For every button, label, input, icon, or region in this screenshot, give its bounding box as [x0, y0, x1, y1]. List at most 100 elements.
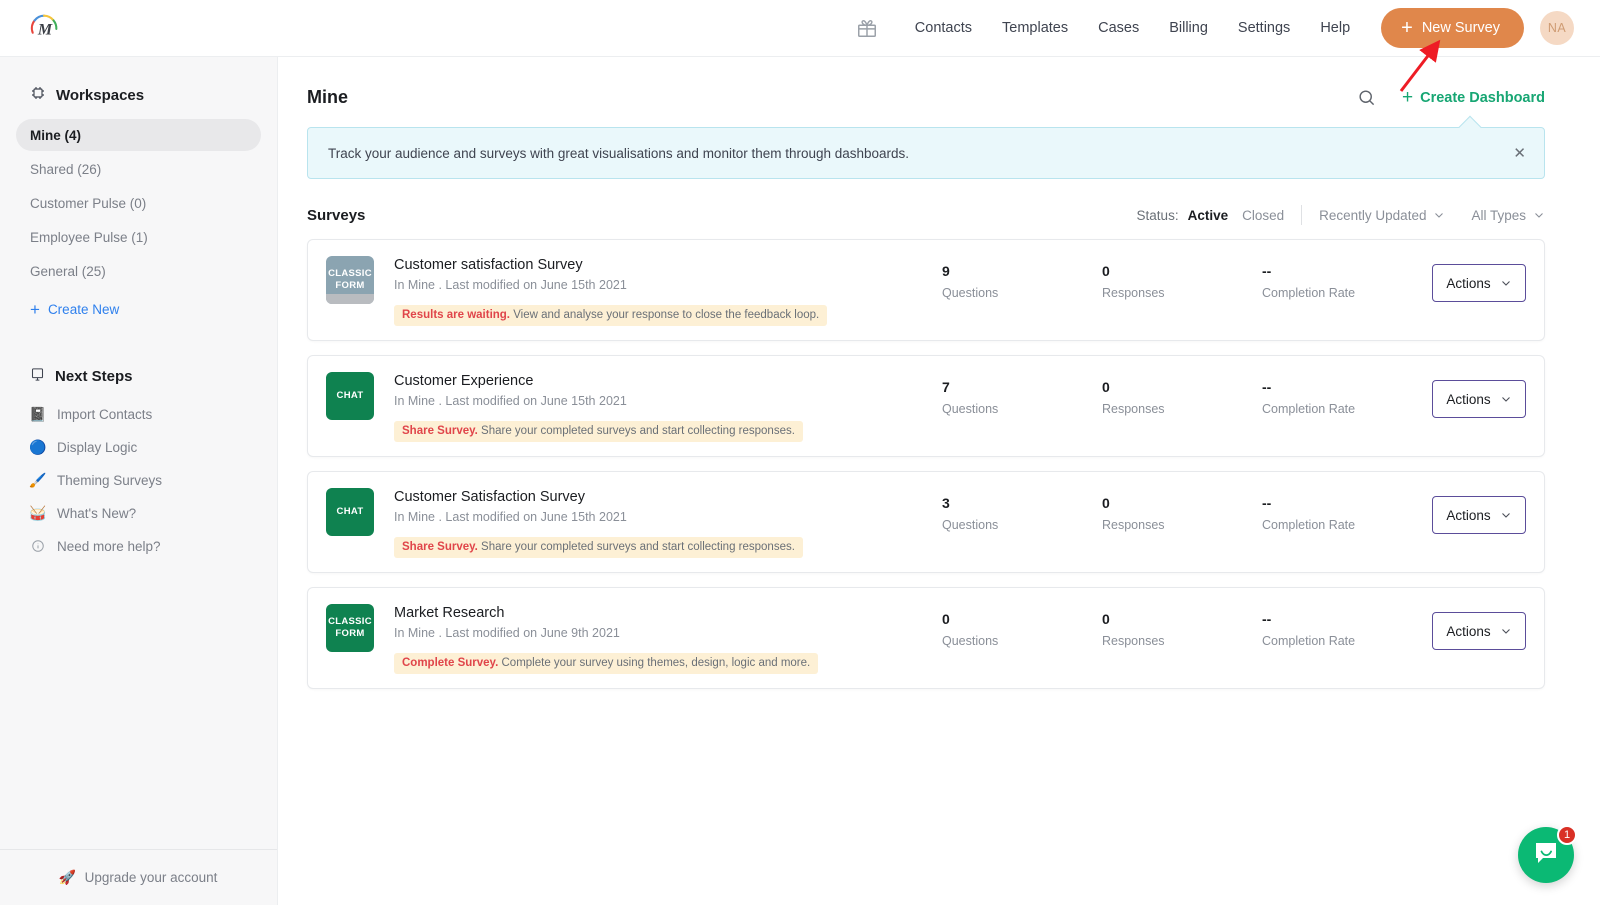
survey-card[interactable]: CLASSIC FORM Customer satisfaction Surve…: [307, 239, 1545, 341]
badge-strong-text: Complete Survey.: [402, 657, 498, 669]
survey-list: CLASSIC FORM Customer satisfaction Surve…: [307, 239, 1545, 689]
survey-thumbnail: CHAT: [326, 372, 374, 420]
sidebar-item-label: Mine (4): [30, 128, 81, 143]
sidebar-section-next-steps-header: Next Steps: [16, 367, 261, 386]
mopinion-logo-icon[interactable]: M: [28, 11, 62, 45]
drum-icon: 🥁: [30, 505, 46, 522]
sidebar-scroll: Workspaces Mine (4) Shared (26) Customer…: [0, 57, 277, 849]
thumbnail-line-1: CLASSIC: [328, 616, 372, 628]
sidebar-section-workspaces-header: Workspaces: [16, 85, 261, 105]
upgrade-account-button[interactable]: 🚀 Upgrade your account: [0, 849, 277, 905]
stat-value: 3: [942, 495, 1102, 511]
sidebar-item-employee-pulse[interactable]: Employee Pulse (1): [16, 221, 261, 253]
nav-link-contacts[interactable]: Contacts: [900, 12, 987, 44]
chevron-down-icon: [1500, 393, 1512, 405]
nav-link-settings[interactable]: Settings: [1223, 12, 1305, 44]
sidebar-item-label: Display Logic: [57, 440, 137, 455]
survey-stats: 7 Questions 0 Responses -- Completion Ra…: [942, 372, 1526, 418]
actions-button[interactable]: Actions: [1432, 264, 1526, 302]
status-filter-active[interactable]: Active: [1188, 208, 1229, 223]
paintbrush-icon: 🖌️: [30, 472, 46, 489]
survey-card[interactable]: CLASSIC FORM Market Research In Mine . L…: [307, 587, 1545, 689]
actions-button[interactable]: Actions: [1432, 380, 1526, 418]
actions-button[interactable]: Actions: [1432, 496, 1526, 534]
next-steps-title: Next Steps: [55, 368, 133, 385]
survey-thumbnail: CHAT: [326, 488, 374, 536]
status-label: Status:: [1137, 208, 1179, 223]
survey-title: Customer Experience: [394, 373, 942, 389]
info-banner: Track your audience and surveys with gre…: [307, 127, 1545, 179]
sidebar-item-shared[interactable]: Shared (26): [16, 153, 261, 185]
sort-dropdown[interactable]: Recently Updated: [1319, 208, 1445, 223]
survey-card[interactable]: CHAT Customer Experience In Mine . Last …: [307, 355, 1545, 457]
create-new-label: Create New: [48, 302, 119, 317]
sidebar-item-mine[interactable]: Mine (4): [16, 119, 261, 151]
gift-icon[interactable]: [850, 11, 884, 45]
stat-value: 7: [942, 379, 1102, 395]
sidebar-item-label: What's New?: [57, 506, 136, 521]
stat-completion-rate: -- Completion Rate: [1262, 495, 1422, 532]
stat-responses: 0 Responses: [1102, 263, 1262, 300]
actions-button[interactable]: Actions: [1432, 612, 1526, 650]
display-logic-icon: 🔵: [30, 439, 46, 456]
stat-questions: 3 Questions: [942, 495, 1102, 532]
nav-link-billing[interactable]: Billing: [1154, 12, 1223, 44]
badge-rest-text: Complete your survey using themes, desig…: [498, 657, 810, 669]
new-survey-button[interactable]: + New Survey: [1381, 8, 1524, 48]
sidebar-item-display-logic[interactable]: 🔵 Display Logic: [16, 431, 261, 463]
rocket-icon: 🚀: [60, 869, 76, 886]
chevron-down-icon: [1500, 277, 1512, 289]
survey-subtitle: In Mine . Last modified on June 15th 202…: [394, 278, 942, 292]
chevron-down-icon: [1433, 209, 1445, 221]
search-icon[interactable]: [1357, 88, 1376, 107]
nav-link-help[interactable]: Help: [1305, 12, 1365, 44]
info-circle-icon: [30, 539, 46, 553]
sidebar-item-customer-pulse[interactable]: Customer Pulse (0): [16, 187, 261, 219]
stat-label: Questions: [942, 518, 1102, 532]
survey-status-badge: Results are waiting. View and analyse yo…: [394, 305, 827, 326]
status-filter-closed[interactable]: Closed: [1242, 208, 1284, 223]
filter-divider: [1301, 205, 1302, 225]
actions-button-label: Actions: [1446, 392, 1490, 407]
stat-value: --: [1262, 495, 1422, 511]
survey-title: Market Research: [394, 605, 942, 621]
next-steps-icon: [30, 367, 45, 386]
survey-status-badge: Share Survey. Share your completed surve…: [394, 421, 803, 442]
create-dashboard-button[interactable]: + Create Dashboard: [1402, 88, 1545, 107]
avatar[interactable]: NA: [1540, 11, 1574, 45]
chat-widget-button[interactable]: 1: [1518, 827, 1574, 883]
sidebar-item-import-contacts[interactable]: 📓 Import Contacts: [16, 398, 261, 430]
nav-link-cases[interactable]: Cases: [1083, 12, 1154, 44]
create-new-workspace-button[interactable]: + Create New: [16, 293, 261, 325]
sidebar-item-label: Customer Pulse (0): [30, 196, 146, 211]
badge-rest-text: Share your completed surveys and start c…: [478, 541, 795, 553]
survey-subtitle: In Mine . Last modified on June 15th 202…: [394, 510, 942, 524]
info-banner-wrapper: Track your audience and surveys with gre…: [307, 127, 1545, 179]
close-icon[interactable]: ✕: [1513, 146, 1526, 161]
survey-title: Customer Satisfaction Survey: [394, 489, 942, 505]
survey-card[interactable]: CHAT Customer Satisfaction Survey In Min…: [307, 471, 1545, 573]
stat-completion-rate: -- Completion Rate: [1262, 611, 1422, 648]
survey-subtitle: In Mine . Last modified on June 15th 202…: [394, 394, 942, 408]
sidebar-item-whats-new[interactable]: 🥁 What's New?: [16, 497, 261, 529]
sidebar-item-need-more-help[interactable]: Need more help?: [16, 530, 261, 562]
page-title: Mine: [307, 87, 348, 108]
sidebar-item-label: Theming Surveys: [57, 473, 162, 488]
chevron-down-icon: [1500, 509, 1512, 521]
survey-info: Market Research In Mine . Last modified …: [374, 604, 942, 674]
stat-value: 9: [942, 263, 1102, 279]
survey-thumbnail: CLASSIC FORM: [326, 604, 374, 652]
sidebar-item-theming-surveys[interactable]: 🖌️ Theming Surveys: [16, 464, 261, 496]
sidebar-item-label: Shared (26): [30, 162, 101, 177]
type-dropdown[interactable]: All Types: [1471, 208, 1545, 223]
surveys-filter-bar: Surveys Status: Active Closed Recently U…: [307, 205, 1545, 225]
stat-label: Completion Rate: [1262, 634, 1422, 648]
thumbnail-line-1: CLASSIC: [328, 268, 372, 280]
thumbnail-line-1: CHAT: [337, 506, 364, 518]
info-banner-text: Track your audience and surveys with gre…: [328, 146, 909, 161]
stat-value: 0: [1102, 611, 1262, 627]
nav-link-templates[interactable]: Templates: [987, 12, 1083, 44]
stat-label: Questions: [942, 402, 1102, 416]
sidebar-item-general[interactable]: General (25): [16, 255, 261, 287]
plus-icon: +: [30, 301, 40, 318]
